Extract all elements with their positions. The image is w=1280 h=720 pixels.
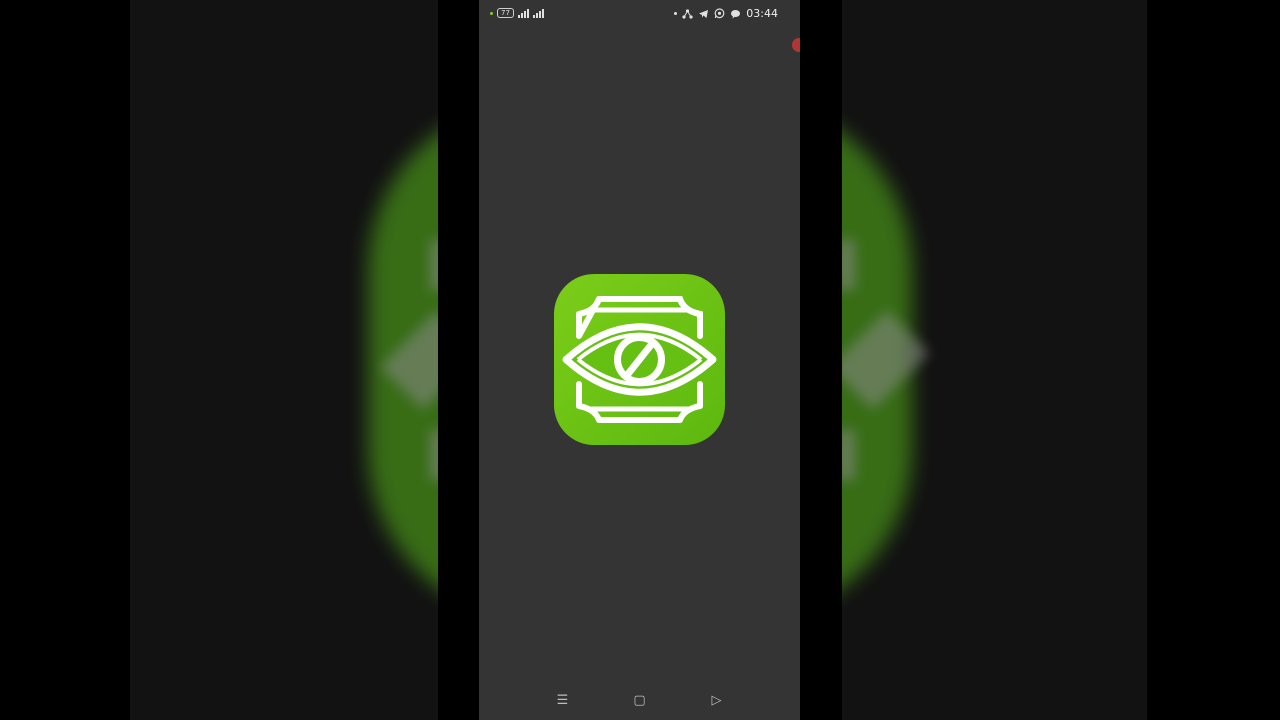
dot-icon [674,12,678,15]
blurred-backdrop-left [130,0,438,720]
navigation-bar: ☰ ▢ ▷ [479,680,800,720]
blurred-shape [842,430,855,480]
blurred-shape [430,430,438,480]
blurred-shape [430,240,438,290]
blurred-shape [842,240,855,290]
blurred-backdrop-right [842,0,1147,720]
charging-dot-icon [490,11,493,15]
chat-bubble-icon [731,9,741,18]
back-button[interactable]: ▷ [708,693,725,708]
status-bar: 77 03:44 [479,0,800,28]
floating-notification-dot[interactable] [792,38,800,52]
signal-bars-icon [532,8,544,18]
home-button[interactable]: ▢ [631,693,648,708]
telegram-icon [699,9,709,18]
battery-icon: 77 [497,8,514,18]
signal-bars-icon [517,8,529,18]
eye-block-icon [562,296,717,423]
phone-screen: 77 03:44 ☰ ▢ ▷ [479,0,800,720]
status-bar-left: 77 [490,8,544,18]
whatsapp-icon [714,8,725,19]
share-icon [682,8,693,19]
app-splash-logo [554,274,725,445]
recents-button[interactable]: ☰ [554,693,571,708]
status-bar-right: 03:44 [674,7,778,20]
status-time: 03:44 [746,7,778,20]
